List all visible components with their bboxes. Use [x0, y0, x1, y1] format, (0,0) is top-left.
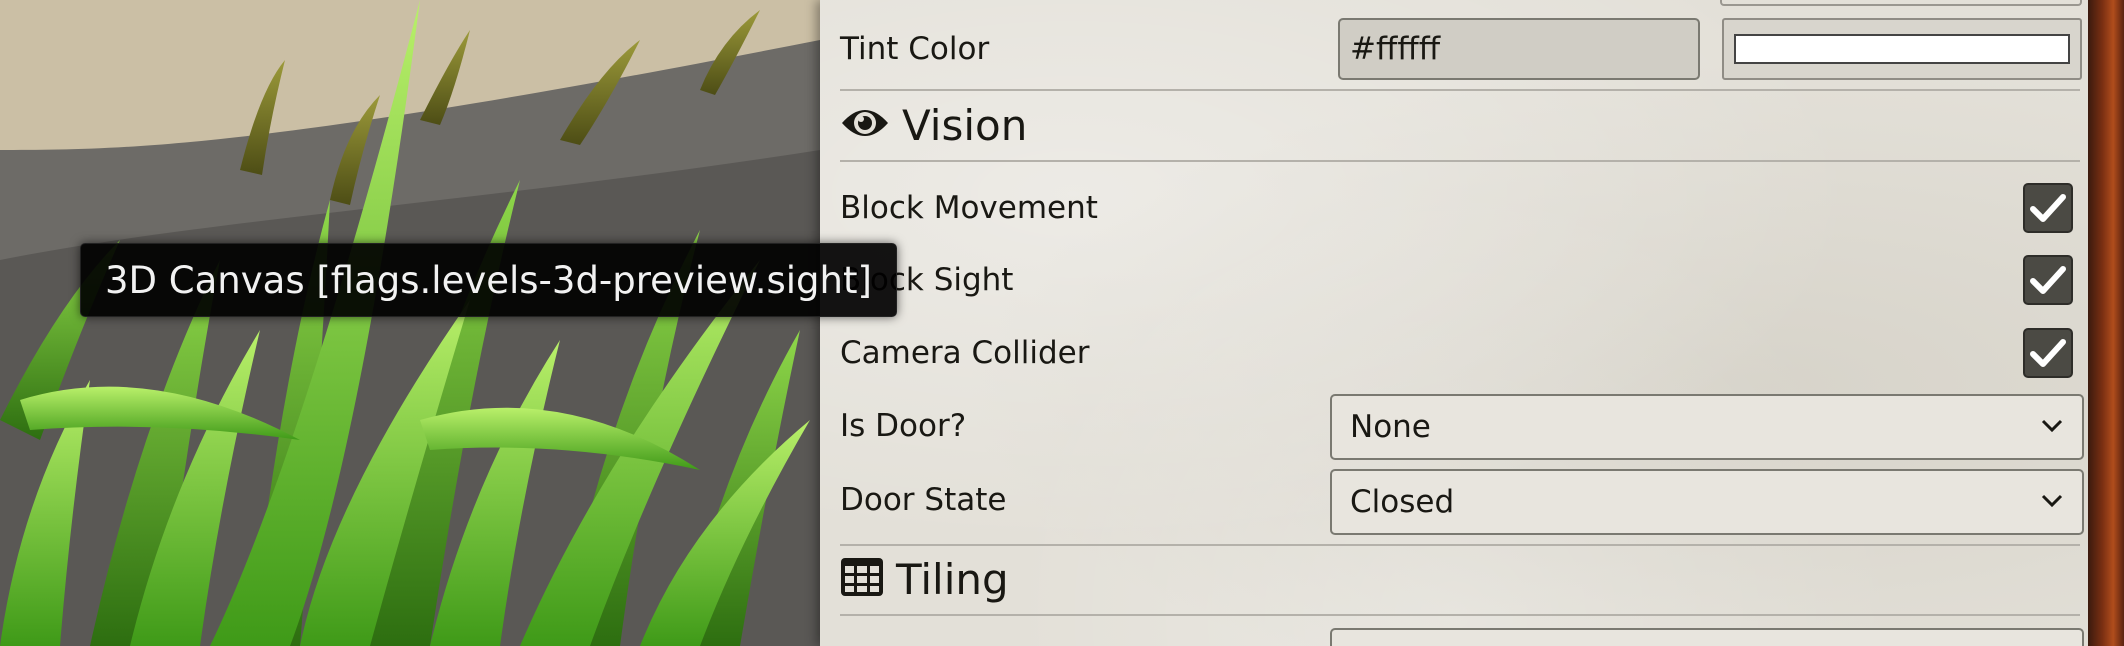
block-sight-checkbox[interactable] — [2023, 255, 2073, 305]
eye-icon — [840, 103, 890, 147]
is-door-label: Is Door? — [840, 408, 967, 444]
door-state-value: Closed — [1350, 484, 1455, 520]
door-state-label: Door State — [840, 482, 1007, 518]
tint-color-swatch — [1734, 34, 2070, 64]
tint-color-value: #ffffff — [1350, 31, 1441, 67]
grass-scene-image — [0, 0, 820, 646]
chevron-down-icon — [2041, 494, 2063, 508]
block-sight-row: Block Sight — [840, 252, 2080, 308]
camera-collider-row: Camera Collider — [840, 325, 2080, 381]
block-movement-row: Block Movement — [840, 180, 2080, 236]
tiling-field-partial[interactable] — [1330, 628, 2084, 646]
tiling-section-title: Tiling — [896, 554, 1009, 604]
camera-collider-checkbox[interactable] — [2023, 328, 2073, 378]
canvas-3d-viewport[interactable] — [0, 0, 820, 646]
camera-collider-label: Camera Collider — [840, 335, 1090, 371]
door-state-select[interactable]: Closed — [1330, 469, 2084, 535]
tint-color-picker[interactable] — [1722, 18, 2082, 80]
vision-section-title: Vision — [902, 100, 1028, 150]
tint-color-label: Tint Color — [840, 31, 990, 67]
is-door-select[interactable]: None — [1330, 394, 2084, 460]
vision-section-header: Vision — [840, 96, 1027, 154]
tooltip: 3D Canvas [flags.levels-3d-preview.sight… — [80, 243, 897, 317]
checkmark-icon — [2030, 266, 2066, 294]
top-control-edge — [1720, 0, 2082, 6]
tint-color-input[interactable]: #ffffff — [1338, 18, 1700, 80]
window-frame-edge — [2088, 0, 2124, 646]
divider — [840, 544, 2080, 546]
is-door-value: None — [1350, 409, 1431, 445]
divider — [840, 160, 2080, 162]
chevron-down-icon — [2041, 419, 2063, 433]
tooltip-text: 3D Canvas [flags.levels-3d-preview.sight… — [105, 258, 872, 302]
checkmark-icon — [2030, 339, 2066, 367]
divider — [840, 614, 2080, 616]
block-movement-label: Block Movement — [840, 190, 1098, 226]
tiling-section-header: Tiling — [840, 550, 1009, 608]
checkmark-icon — [2030, 194, 2066, 222]
divider — [840, 89, 2080, 91]
grid-table-icon — [840, 557, 884, 601]
block-movement-checkbox[interactable] — [2023, 183, 2073, 233]
